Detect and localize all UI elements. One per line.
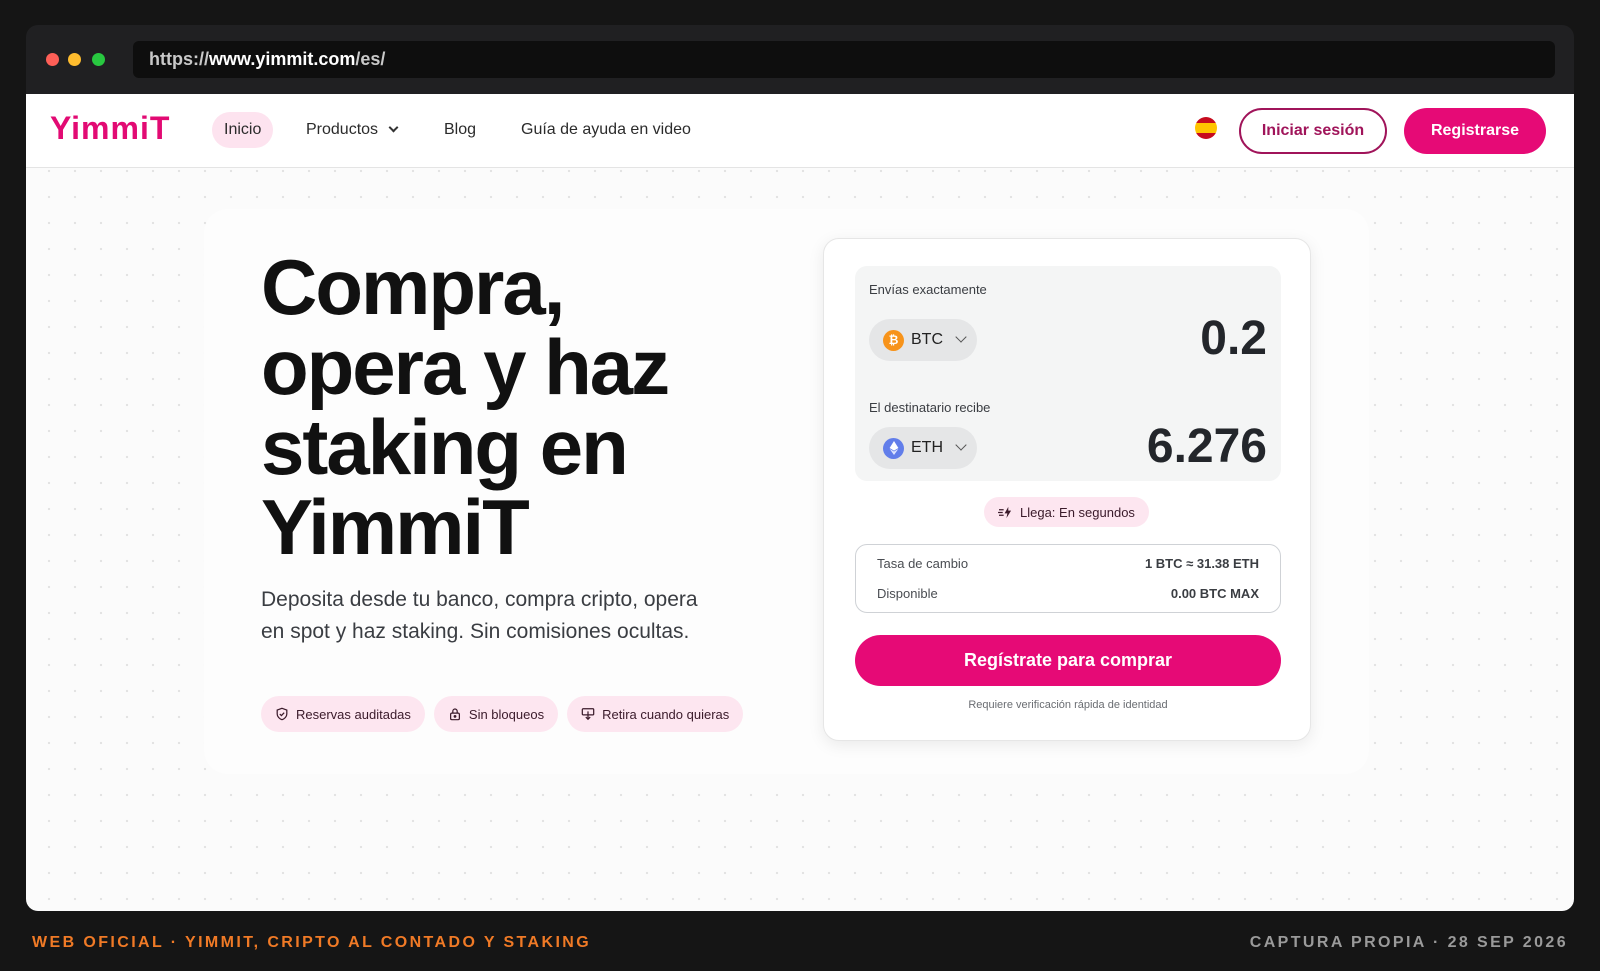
nav-link-productos[interactable]: Productos [306, 112, 399, 148]
url-path: /es/ [355, 49, 386, 69]
eta-label: Llega: En segundos [1020, 504, 1135, 520]
spain-flag-icon[interactable] [1195, 117, 1217, 139]
available-value[interactable]: 0.00 BTC MAX [1171, 586, 1259, 604]
lightning-icon [998, 506, 1012, 518]
nav-link-inicio[interactable]: Inicio [212, 112, 274, 148]
withdraw-icon [581, 708, 595, 721]
rate-value: 1 BTC ≈ 31.38 ETH [1144, 556, 1259, 571]
chevron-down-icon [388, 122, 399, 133]
badge-sin-bloqueos: Sin bloqueos [433, 696, 559, 732]
ethereum-icon [883, 437, 904, 459]
feature-badges: Reservas auditadas Sin bloqueos Retira c… [261, 696, 744, 732]
rate-label: Tasa de cambio [877, 556, 969, 571]
headline-line: YimmiT [261, 483, 530, 571]
available-label: Disponible [877, 586, 938, 601]
send-amount-input[interactable]: 0.2 [1200, 311, 1267, 366]
yimmit-logo[interactable]: YimmiT [50, 110, 170, 147]
url-host: www.yimmit.com [209, 49, 356, 69]
verification-note: Requiere verificación rápida de identida… [968, 699, 1168, 711]
receive-amount: 6.276 [1146, 420, 1267, 473]
minimize-window-button[interactable] [68, 53, 81, 66]
send-coin-selector[interactable]: ₿ BTC [869, 319, 977, 361]
headline-line: staking en [261, 403, 629, 491]
chevron-down-icon [955, 439, 967, 451]
web-page: YimmiT Inicio Productos Blog Guía de ayu… [26, 94, 1574, 911]
send-label: Envías exactamente [869, 282, 987, 297]
send-coin-label: BTC [911, 331, 943, 348]
rate-row: Tasa de cambio 1 BTC ≈ 31.38 ETH [877, 556, 1259, 574]
unlock-icon [449, 708, 460, 721]
shield-check-icon [276, 707, 288, 721]
rates-box: Tasa de cambio 1 BTC ≈ 31.38 ETH Disponi… [855, 544, 1281, 613]
eta-badge: Llega: En segundos [984, 497, 1149, 527]
register-button[interactable]: Registrarse [1404, 108, 1546, 154]
exchange-widget: Envías exactamente ₿ BTC 0.2 El destinat… [823, 238, 1311, 741]
top-navigation: YimmiT Inicio Productos Blog Guía de ayu… [26, 94, 1574, 168]
browser-window: https://www.yimmit.com/es/ YimmiT Inicio… [26, 25, 1574, 911]
caption-left: WEB OFICIAL · YIMMIT, CRIPTO AL CONTADO … [32, 934, 592, 951]
headline-line: opera y haz [261, 323, 670, 411]
badge-retira-cuando-quieras: Retira cuando quieras [567, 696, 744, 732]
chevron-down-icon [955, 331, 967, 343]
close-window-button[interactable] [46, 53, 59, 66]
maximize-window-button[interactable] [92, 53, 105, 66]
badge-label: Reservas auditadas [296, 706, 411, 722]
login-button[interactable]: Iniciar sesión [1239, 108, 1387, 154]
receive-label: El destinatario recibe [869, 400, 991, 415]
nav-link-blog[interactable]: Blog [444, 112, 476, 148]
exchange-panel: Envías exactamente ₿ BTC 0.2 El destinat… [855, 266, 1281, 481]
address-bar[interactable]: https://www.yimmit.com/es/ [133, 41, 1555, 78]
receive-coin-label: ETH [911, 439, 943, 456]
hero-subtitle: Deposita desde tu banco, compra cripto, … [261, 588, 698, 643]
receive-coin-selector[interactable]: ETH [869, 427, 977, 469]
browser-chrome: https://www.yimmit.com/es/ [26, 25, 1574, 94]
nav-link-productos-label: Productos [306, 121, 379, 138]
headline-line: Compra, [261, 243, 565, 331]
available-row: Disponible 0.00 BTC MAX [877, 586, 1259, 604]
badge-label: Sin bloqueos [468, 706, 545, 722]
hero-section: Compra, opera y haz staking en YimmiT De… [204, 209, 1369, 774]
badge-label: Retira cuando quieras [602, 706, 730, 722]
url-scheme: https:// [149, 49, 209, 69]
badge-reservas-auditadas: Reservas auditadas [261, 696, 425, 732]
nav-link-guia-video[interactable]: Guía de ayuda en video [521, 112, 691, 148]
bitcoin-icon: ₿ [883, 329, 904, 351]
hero-headline: Compra, opera y haz staking en YimmiT [261, 247, 741, 567]
caption-right: CAPTURA PROPIA · 28 SEP 2026 [1249, 934, 1568, 951]
register-to-buy-button[interactable]: Regístrate para comprar [855, 635, 1281, 686]
